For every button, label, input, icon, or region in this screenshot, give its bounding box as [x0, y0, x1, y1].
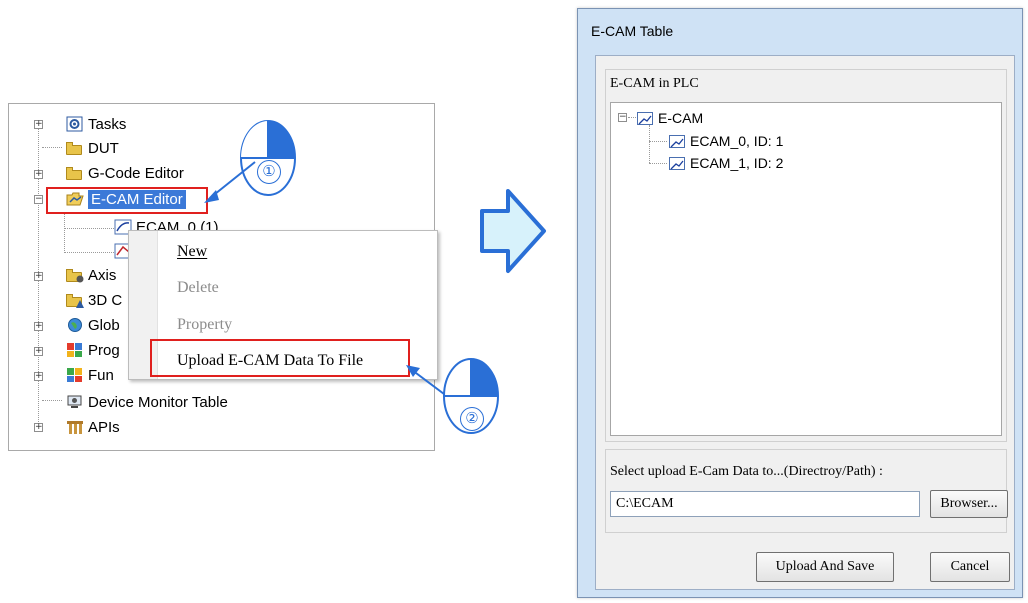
browse-button[interactable]: Browser... — [930, 490, 1008, 518]
tree-connector — [649, 163, 667, 164]
tree-connector — [42, 400, 62, 401]
plc-ecam-tree[interactable]: − E-CAM ECAM_0, ID: 1 ECAM_1, ID: 2 — [610, 102, 1002, 436]
apis-icon — [66, 419, 84, 435]
expand-toggle[interactable]: + — [34, 120, 43, 129]
expand-toggle[interactable]: + — [34, 423, 43, 432]
tree-item-dut[interactable]: DUT — [66, 137, 119, 159]
tree-item-tasks[interactable]: Tasks — [66, 113, 126, 135]
step-1-badge: ① — [257, 160, 281, 184]
folder-icon — [66, 267, 84, 283]
menu-item-new[interactable]: New — [177, 243, 207, 261]
monitor-icon — [66, 394, 84, 410]
highlight-ecam-editor — [46, 187, 208, 214]
tree-connector — [64, 228, 114, 229]
function-icon — [66, 367, 84, 383]
expand-toggle[interactable]: + — [34, 372, 43, 381]
upload-and-save-button[interactable]: Upload And Save — [756, 552, 894, 582]
upload-path-group: Select upload E-Cam Data to...(Directroy… — [605, 449, 1008, 533]
path-input[interactable]: C:\ECAM — [610, 491, 920, 517]
right-arrow-icon — [480, 189, 546, 273]
tree-item-apis[interactable]: APIs — [66, 416, 120, 438]
menu-item-property[interactable]: Property — [177, 316, 232, 334]
expand-toggle[interactable]: + — [34, 170, 43, 179]
tree-item-axis[interactable]: Axis — [66, 264, 116, 286]
tree-connector — [649, 141, 667, 142]
tree-connector — [42, 147, 62, 148]
dialog-body: E-CAM in PLC − E-CAM ECAM_0, ID: 1 ECAM_… — [595, 55, 1015, 590]
menu-item-delete[interactable]: Delete — [177, 279, 219, 297]
group-title: E-CAM in PLC — [610, 76, 699, 91]
folder-icon — [66, 165, 84, 181]
expand-toggle[interactable]: + — [34, 347, 43, 356]
tree-item-3d[interactable]: 3D C — [66, 289, 122, 311]
tree-connector — [64, 213, 65, 253]
cancel-button[interactable]: Cancel — [930, 552, 1010, 582]
plc-tree-root[interactable]: E-CAM — [637, 108, 703, 128]
path-label: Select upload E-Cam Data to...(Directroy… — [610, 464, 883, 479]
cam-curve-icon — [637, 111, 653, 125]
folder-icon — [66, 140, 84, 156]
highlight-upload-menu-item — [150, 339, 410, 377]
tree-connector — [649, 125, 650, 163]
tree-item-programs[interactable]: Prog — [66, 339, 120, 361]
tasks-icon — [66, 116, 84, 132]
step-2-badge: ② — [460, 407, 484, 431]
pointer-arrow-icon — [204, 161, 256, 203]
cam-curve-icon — [669, 156, 685, 170]
tree-item-global[interactable]: Glob — [66, 314, 120, 336]
tree-connector — [628, 117, 636, 118]
program-icon — [66, 342, 84, 358]
tree-item-device-monitor-table[interactable]: Device Monitor Table — [66, 391, 228, 413]
folder-icon — [66, 292, 84, 308]
collapse-toggle[interactable]: − — [618, 113, 627, 122]
tree-connector — [64, 252, 114, 253]
collapse-toggle[interactable]: − — [34, 195, 43, 204]
ecam-in-plc-group: E-CAM in PLC − E-CAM ECAM_0, ID: 1 ECAM_… — [605, 69, 1007, 442]
globe-icon — [66, 317, 84, 333]
plc-tree-item[interactable]: ECAM_0, ID: 1 — [669, 131, 783, 151]
dialog-title: E-CAM Table — [591, 23, 674, 39]
expand-toggle[interactable]: + — [34, 272, 43, 281]
tree-item-functions[interactable]: Fun — [66, 364, 114, 386]
plc-tree-item[interactable]: ECAM_1, ID: 2 — [669, 153, 783, 173]
pointer-arrow-icon — [406, 365, 445, 395]
cam-curve-icon — [669, 134, 685, 148]
tree-item-gcode-editor[interactable]: G-Code Editor — [66, 162, 184, 184]
ecam-table-dialog: E-CAM Table E-CAM in PLC − E-CAM ECAM_0,… — [577, 8, 1023, 598]
expand-toggle[interactable]: + — [34, 322, 43, 331]
